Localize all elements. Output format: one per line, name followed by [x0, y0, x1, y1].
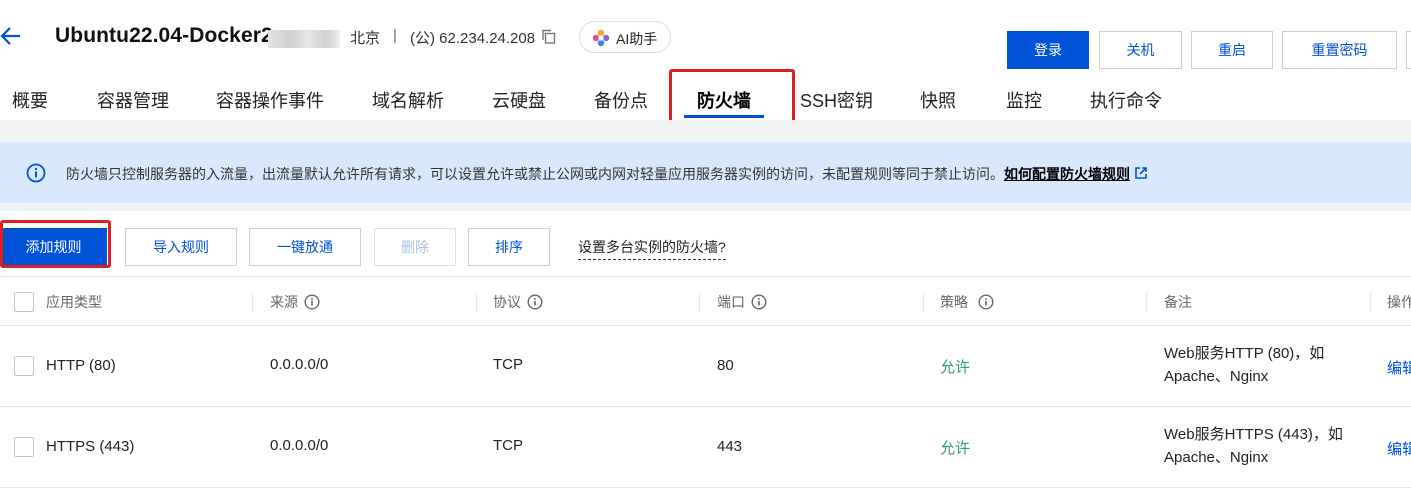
column-port: 端口	[717, 292, 767, 312]
column-policy-label: 策略	[940, 294, 968, 310]
column-note-label: 备注	[1164, 294, 1192, 310]
more-button[interactable]	[1406, 31, 1411, 69]
column-note: 备注	[1164, 292, 1192, 312]
tab-snapshots[interactable]: 快照	[920, 87, 956, 113]
row-checkbox[interactable]	[14, 356, 34, 376]
column-source: 来源	[270, 292, 320, 312]
help-circle-icon[interactable]	[527, 294, 543, 310]
column-source-label: 来源	[270, 294, 298, 310]
column-divider[interactable]	[699, 292, 700, 312]
row-note-line2: Apache、Nginx	[1164, 368, 1269, 385]
copy-icon[interactable]	[541, 29, 556, 44]
column-operation: 操作	[1387, 292, 1411, 312]
column-divider[interactable]	[1370, 292, 1371, 312]
tab-container-management[interactable]: 容器管理	[97, 87, 169, 113]
tab-dns[interactable]: 域名解析	[372, 87, 444, 113]
row-source: 0.0.0.0/0	[270, 437, 329, 454]
row-source: 0.0.0.0/0	[270, 356, 329, 373]
row-policy: 允许	[940, 440, 971, 457]
tab-ssh-keys[interactable]: SSH密钥	[800, 87, 873, 113]
row-policy: 允许	[940, 359, 971, 376]
tab-overview[interactable]: 概要	[12, 87, 48, 113]
column-app-type: 应用类型	[46, 292, 102, 312]
column-protocol-label: 协议	[493, 294, 521, 310]
column-protocol: 协议	[493, 292, 543, 312]
row-note: Web服务HTTPS (443)，如 Apache、Nginx	[1164, 423, 1343, 469]
row-app-type: HTTP (80)	[46, 357, 116, 374]
column-divider[interactable]	[1146, 292, 1147, 312]
tab-monitoring[interactable]: 监控	[1006, 87, 1042, 113]
column-operation-label: 操作	[1387, 294, 1411, 310]
content-gap-2	[0, 203, 1411, 211]
login-button[interactable]: 登录	[1007, 31, 1089, 69]
ai-assistant-label: AI助手	[616, 31, 658, 47]
row-port: 80	[717, 357, 734, 374]
info-icon	[26, 163, 46, 183]
firewall-tab-highlight-box	[669, 69, 795, 127]
row-edit-link[interactable]: 编辑	[1387, 357, 1411, 378]
external-link-icon[interactable]	[1134, 166, 1148, 180]
column-divider[interactable]	[252, 292, 253, 312]
row-note-line2: Apache、Nginx	[1164, 449, 1269, 466]
help-circle-icon[interactable]	[978, 294, 994, 310]
delete-button[interactable]: 删除	[374, 228, 456, 266]
row-protocol: TCP	[493, 356, 523, 373]
row-note-line1: Web服务HTTP (80)，如	[1164, 345, 1325, 362]
column-policy: 策略	[940, 292, 994, 312]
table-header: 应用类型 来源 协议 端口 策略 备注 操作	[0, 276, 1411, 326]
public-ip: (公) 62.234.24.208	[410, 30, 536, 47]
multi-instance-firewall-link[interactable]: 设置多台实例的防火墙?	[578, 237, 726, 260]
row-note: Web服务HTTP (80)，如 Apache、Nginx	[1164, 342, 1324, 388]
table-row: HTTP (80) 0.0.0.0/0 TCP 80 允许 Web服务HTTP …	[0, 326, 1411, 407]
column-divider[interactable]	[476, 292, 477, 312]
add-rule-highlight-box	[0, 220, 111, 268]
select-all-checkbox[interactable]	[14, 292, 34, 312]
content-gap	[0, 120, 1411, 142]
reset-password-button[interactable]: 重置密码	[1282, 31, 1397, 69]
one-click-open-button[interactable]: 一键放通	[249, 228, 361, 266]
instance-region: 北京	[350, 30, 381, 47]
help-circle-icon[interactable]	[751, 294, 767, 310]
ai-sparkle-icon	[592, 29, 610, 47]
firewall-notice: 防火墙只控制服务器的入流量，出流量默认允许所有请求，可以设置允许或禁止公网或内网…	[0, 142, 1411, 203]
row-checkbox[interactable]	[14, 437, 34, 457]
tab-container-events[interactable]: 容器操作事件	[216, 87, 324, 113]
instance-header: Ubuntu22.04-Docker2 北京 | (公) 62.234.24.2…	[0, 0, 1411, 75]
import-rules-button[interactable]: 导入规则	[125, 228, 237, 266]
tab-backup[interactable]: 备份点	[594, 87, 648, 113]
table-row: HTTPS (443) 0.0.0.0/0 TCP 443 允许 Web服务HT…	[0, 407, 1411, 488]
row-app-type: HTTPS (443)	[46, 438, 135, 455]
ai-assistant-button[interactable]: AI助手	[579, 21, 671, 53]
row-port: 443	[717, 438, 743, 455]
tab-run-command[interactable]: 执行命令	[1090, 87, 1162, 113]
header-separator: |	[393, 27, 397, 44]
column-port-label: 端口	[717, 294, 745, 310]
row-note-line1: Web服务HTTPS (443)，如	[1164, 426, 1343, 443]
notice-text-container: 防火墙只控制服务器的入流量，出流量默认允许所有请求，可以设置允许或禁止公网或内网…	[66, 164, 1148, 184]
firewall-help-link[interactable]: 如何配置防火墙规则	[1004, 166, 1130, 182]
column-divider[interactable]	[923, 292, 924, 312]
shutdown-button[interactable]: 关机	[1099, 31, 1182, 69]
row-protocol: TCP	[493, 437, 523, 454]
tab-cloud-disk[interactable]: 云硬盘	[492, 87, 546, 113]
column-app-type-label: 应用类型	[46, 294, 102, 310]
help-circle-icon[interactable]	[304, 294, 320, 310]
row-edit-link[interactable]: 编辑	[1387, 438, 1411, 459]
restart-button[interactable]: 重启	[1191, 31, 1273, 69]
instance-title: Ubuntu22.04-Docker2	[55, 24, 273, 47]
notice-text: 防火墙只控制服务器的入流量，出流量默认允许所有请求，可以设置允许或禁止公网或内网…	[66, 166, 1004, 182]
redacted-name-blur	[268, 30, 340, 48]
back-arrow-icon[interactable]	[0, 25, 22, 47]
sort-button[interactable]: 排序	[468, 228, 550, 266]
